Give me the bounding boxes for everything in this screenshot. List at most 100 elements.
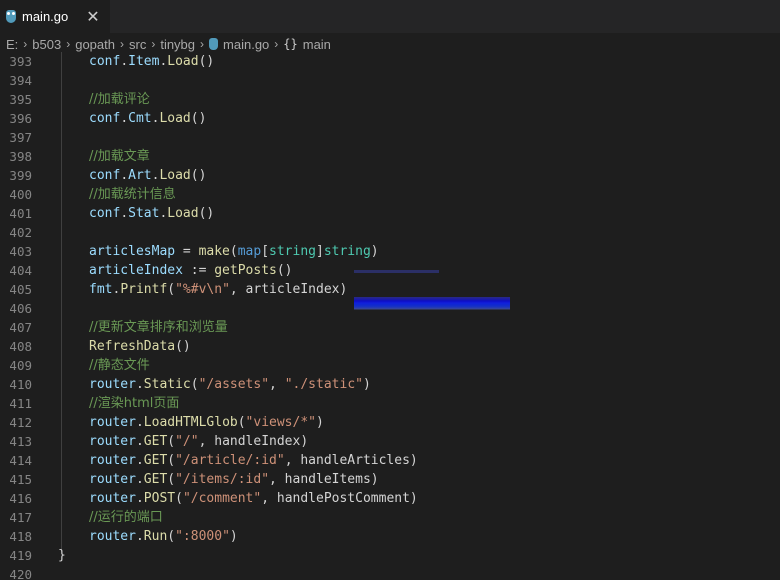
code-text: //加载评论 — [89, 90, 150, 109]
line-number: 404 — [9, 263, 32, 278]
code-token: conf — [89, 168, 121, 183]
code-line[interactable]: 413 router.GET("/", handleIndex) — [0, 432, 780, 451]
code-line[interactable]: 407 //更新文章排序和浏览量 — [0, 318, 780, 337]
code-line[interactable]: 409 //静态文件 — [0, 356, 780, 375]
code-token: () — [190, 168, 207, 183]
code-token: map — [237, 244, 262, 259]
code-line[interactable]: 417 //运行的端口 — [0, 508, 780, 527]
symbol-namespace-icon: {} — [283, 37, 298, 51]
chevron-right-icon: › — [274, 37, 279, 51]
line-number: 409 — [9, 358, 32, 373]
code-token: Printf — [120, 282, 168, 297]
code-token: router — [89, 491, 136, 506]
code-token: //运行的端口 — [89, 510, 163, 525]
code-token: ] — [316, 244, 324, 259]
code-token: fmt — [89, 282, 113, 297]
breadcrumb-folder-src[interactable]: src — [129, 37, 146, 52]
code-token: ) — [229, 529, 238, 544]
code-text: articlesMap = make(map[string]string) — [89, 242, 379, 261]
tab-main-go[interactable]: main.go ✕ — [0, 0, 110, 33]
line-number: 396 — [9, 111, 32, 126]
code-line[interactable]: 419} — [0, 546, 780, 565]
breadcrumb-symbol[interactable]: main — [303, 37, 331, 52]
code-token: //加载统计信息 — [89, 187, 176, 202]
redaction-mark — [354, 270, 439, 273]
code-text: router.POST("/comment", handlePostCommen… — [89, 489, 418, 508]
code-line[interactable]: 416 router.POST("/comment", handlePostCom… — [0, 489, 780, 508]
code-line[interactable]: 420 — [0, 565, 780, 580]
code-text: conf.Art.Load() — [89, 166, 206, 185]
line-number: 408 — [9, 339, 32, 354]
code-token: router — [89, 453, 136, 468]
code-token: . — [120, 111, 129, 126]
code-line[interactable]: 403 articlesMap = make(map[string]string) — [0, 242, 780, 261]
code-token: ( — [167, 434, 176, 449]
code-token: Static — [143, 377, 191, 392]
go-file-icon — [209, 38, 219, 50]
code-editor[interactable]: 393 conf.Item.Load() 394 395//加载评论 396 conf.C… — [0, 52, 780, 580]
code-line[interactable]: 414 router.GET("/article/:id", handleArti… — [0, 451, 780, 470]
code-line[interactable]: 415 router.GET("/items/:id", handleItems) — [0, 470, 780, 489]
close-icon[interactable]: ✕ — [86, 7, 99, 27]
tab-bar: main.go ✕ — [0, 0, 780, 33]
code-line[interactable]: 402 — [0, 223, 780, 242]
code-line[interactable]: 401 conf.Stat.Load() — [0, 204, 780, 223]
code-token: router — [89, 415, 136, 430]
code-line[interactable]: 411 //渲染html页面 — [0, 394, 780, 413]
code-token: () — [175, 339, 191, 354]
code-token: RefreshData — [89, 339, 176, 354]
redaction-mark — [354, 288, 510, 310]
code-token: Load — [167, 54, 199, 69]
code-token: ( — [237, 415, 246, 430]
code-token: "/" — [175, 434, 199, 449]
code-token: . — [120, 206, 129, 221]
chevron-right-icon: › — [151, 37, 156, 51]
line-number: 420 — [9, 567, 32, 580]
breadcrumb-drive[interactable]: E: — [6, 37, 18, 52]
code-line[interactable]: 393 conf.Item.Load() — [0, 52, 780, 71]
code-token: string — [269, 244, 316, 259]
code-line[interactable]: 412 router.LoadHTMLGlob("views/*") — [0, 413, 780, 432]
line-number: 406 — [9, 301, 32, 316]
code-line[interactable]: 400 //加载统计信息 — [0, 185, 780, 204]
line-number: 417 — [9, 510, 32, 525]
code-token: conf — [89, 206, 121, 221]
code-token: articlesMap — [89, 244, 176, 259]
code-line[interactable]: 398 //加载文章 — [0, 147, 780, 166]
code-line[interactable]: 410 router.Static("/assets", "./static") — [0, 375, 780, 394]
code-text: conf.Item.Load() — [89, 52, 214, 71]
code-line[interactable]: 399 conf.Art.Load() — [0, 166, 780, 185]
code-text: //运行的端口 — [89, 508, 163, 527]
code-token: , handlePostComment) — [261, 491, 418, 506]
code-token: articleIndex — [89, 263, 183, 278]
line-number: 403 — [9, 244, 32, 259]
code-token: , articleIndex) — [229, 282, 348, 297]
code-token: . — [135, 472, 144, 487]
code-text: fmt.Printf("%#v\n", articleIndex) — [89, 280, 347, 299]
code-token: GET — [143, 434, 168, 449]
code-token: Run — [143, 529, 168, 544]
breadcrumb-folder-b503[interactable]: b503 — [32, 37, 61, 52]
breadcrumb-file[interactable]: main.go — [223, 37, 269, 52]
line-number: 402 — [9, 225, 32, 240]
go-file-icon — [6, 10, 16, 23]
breadcrumb-folder-gopath[interactable]: gopath — [75, 37, 115, 52]
code-line[interactable]: 397 — [0, 128, 780, 147]
breadcrumb-folder-tinybg[interactable]: tinybg — [160, 37, 195, 52]
code-line[interactable]: 394 — [0, 71, 780, 90]
code-line[interactable]: 395 //加载评论 — [0, 90, 780, 109]
line-number: 394 — [9, 73, 32, 88]
code-token: ( — [167, 529, 176, 544]
line-number: 405 — [9, 282, 32, 297]
code-line[interactable]: 418 router.Run(":8000") — [0, 527, 780, 546]
code-line[interactable]: 408 RefreshData() — [0, 337, 780, 356]
code-token: "/article/:id" — [175, 453, 285, 468]
code-token: ( — [167, 282, 176, 297]
code-text: router.GET("/", handleIndex) — [89, 432, 308, 451]
code-token: GET — [143, 472, 168, 487]
code-line[interactable]: 396 conf.Cmt.Load() — [0, 109, 780, 128]
code-token: . — [135, 377, 144, 392]
code-token: = — [175, 244, 199, 259]
line-number: 398 — [9, 149, 32, 164]
code-token: conf — [89, 111, 121, 126]
